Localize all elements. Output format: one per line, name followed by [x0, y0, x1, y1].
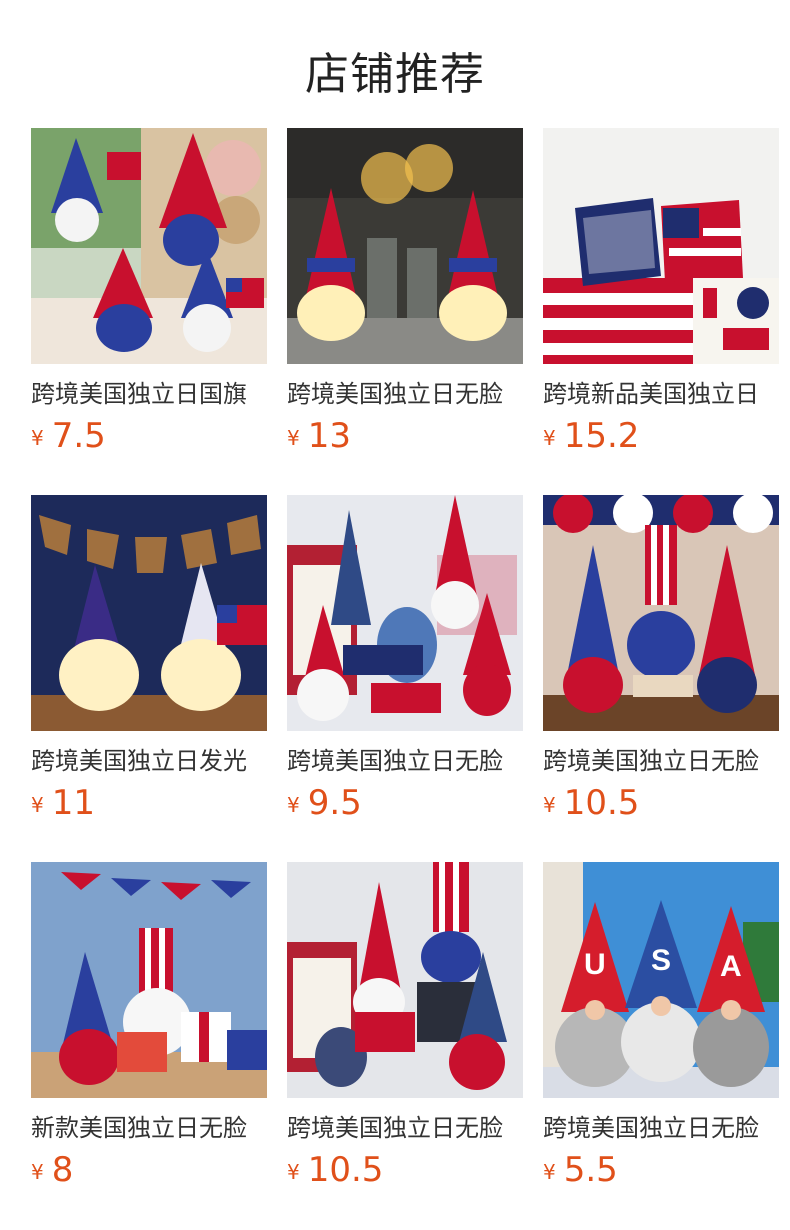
- product-price: ¥7.5: [31, 416, 267, 456]
- product-image-glowing-gnomes[interactable]: [31, 495, 267, 731]
- product-card[interactable]: 跨境美国独立日无脸 ¥10.5: [287, 862, 523, 1190]
- product-image-gnomes-flag-sign[interactable]: [287, 862, 523, 1098]
- price-value: 10.5: [307, 1150, 384, 1190]
- price-value: 5.5: [563, 1150, 618, 1190]
- currency-symbol: ¥: [287, 793, 300, 817]
- product-card[interactable]: 新款美国独立日无脸 ¥8: [31, 862, 267, 1190]
- product-name[interactable]: 跨境美国独立日无脸: [287, 378, 523, 410]
- svg-text:U: U: [584, 948, 606, 981]
- product-card[interactable]: 跨境美国独立日无脸 ¥10.5: [543, 495, 779, 823]
- product-price: ¥11: [31, 783, 267, 823]
- product-image-gnomes-bunting[interactable]: [543, 495, 779, 731]
- product-card[interactable]: 跨境美国独立日无脸 ¥9.5: [287, 495, 523, 823]
- currency-symbol: ¥: [287, 1160, 300, 1184]
- price-value: 8: [51, 1150, 74, 1190]
- price-value: 11: [51, 783, 95, 823]
- product-card[interactable]: U S A 跨境美国独立日无脸 ¥5.5: [543, 862, 779, 1190]
- svg-text:A: A: [720, 950, 742, 983]
- currency-symbol: ¥: [543, 793, 556, 817]
- product-price: ¥9.5: [287, 783, 523, 823]
- product-price: ¥5.5: [543, 1150, 779, 1190]
- product-grid: 跨境美国独立日国旗 ¥7.5 跨境美国独立日无脸 ¥ 13 跨境新品美国独立日 …: [0, 0, 790, 1230]
- svg-text:S: S: [651, 944, 671, 977]
- product-name[interactable]: 跨境美国独立日国旗: [31, 378, 267, 410]
- product-price: ¥13: [287, 416, 523, 456]
- currency-symbol: ¥: [31, 793, 44, 817]
- product-price: ¥8: [31, 1150, 267, 1190]
- product-card[interactable]: 跨境美国独立日国旗 ¥7.5: [31, 128, 267, 456]
- product-name[interactable]: 新款美国独立日无脸: [31, 1112, 267, 1144]
- product-card[interactable]: 跨境美国独立日无脸 ¥13: [287, 128, 523, 456]
- product-card[interactable]: 跨境美国独立日发光 ¥11: [31, 495, 267, 823]
- product-name[interactable]: 跨境新品美国独立日: [543, 378, 779, 410]
- product-image-light-up-gnomes[interactable]: [287, 128, 523, 364]
- price-value: 7.5: [51, 416, 106, 456]
- product-name[interactable]: 跨境美国独立日无脸: [287, 1112, 523, 1144]
- product-image-patriotic-gnomes[interactable]: [31, 128, 267, 364]
- product-price: ¥15.2: [543, 416, 779, 456]
- price-value: 10.5: [563, 783, 640, 823]
- product-card[interactable]: 跨境新品美国独立日 ¥15.2: [543, 128, 779, 456]
- currency-symbol: ¥: [543, 1160, 556, 1184]
- product-name[interactable]: 跨境美国独立日发光: [31, 745, 267, 777]
- product-price: ¥10.5: [543, 783, 779, 823]
- price-value: 9.5: [307, 783, 362, 823]
- product-name[interactable]: 跨境美国独立日无脸: [543, 745, 779, 777]
- currency-symbol: ¥: [287, 426, 300, 450]
- product-image-gnome-gifts[interactable]: [31, 862, 267, 1098]
- product-image-flag-pillows[interactable]: [543, 128, 779, 364]
- product-price: ¥10.5: [287, 1150, 523, 1190]
- product-image-gnomes-sign[interactable]: [287, 495, 523, 731]
- currency-symbol: ¥: [31, 426, 44, 450]
- currency-symbol: ¥: [31, 1160, 44, 1184]
- price-value: 15.2: [563, 416, 640, 456]
- price-value: 13: [307, 416, 351, 456]
- product-name[interactable]: 跨境美国独立日无脸: [287, 745, 523, 777]
- currency-symbol: ¥: [543, 426, 556, 450]
- product-image-usa-gnomes[interactable]: U S A: [543, 862, 779, 1098]
- product-name[interactable]: 跨境美国独立日无脸: [543, 1112, 779, 1144]
